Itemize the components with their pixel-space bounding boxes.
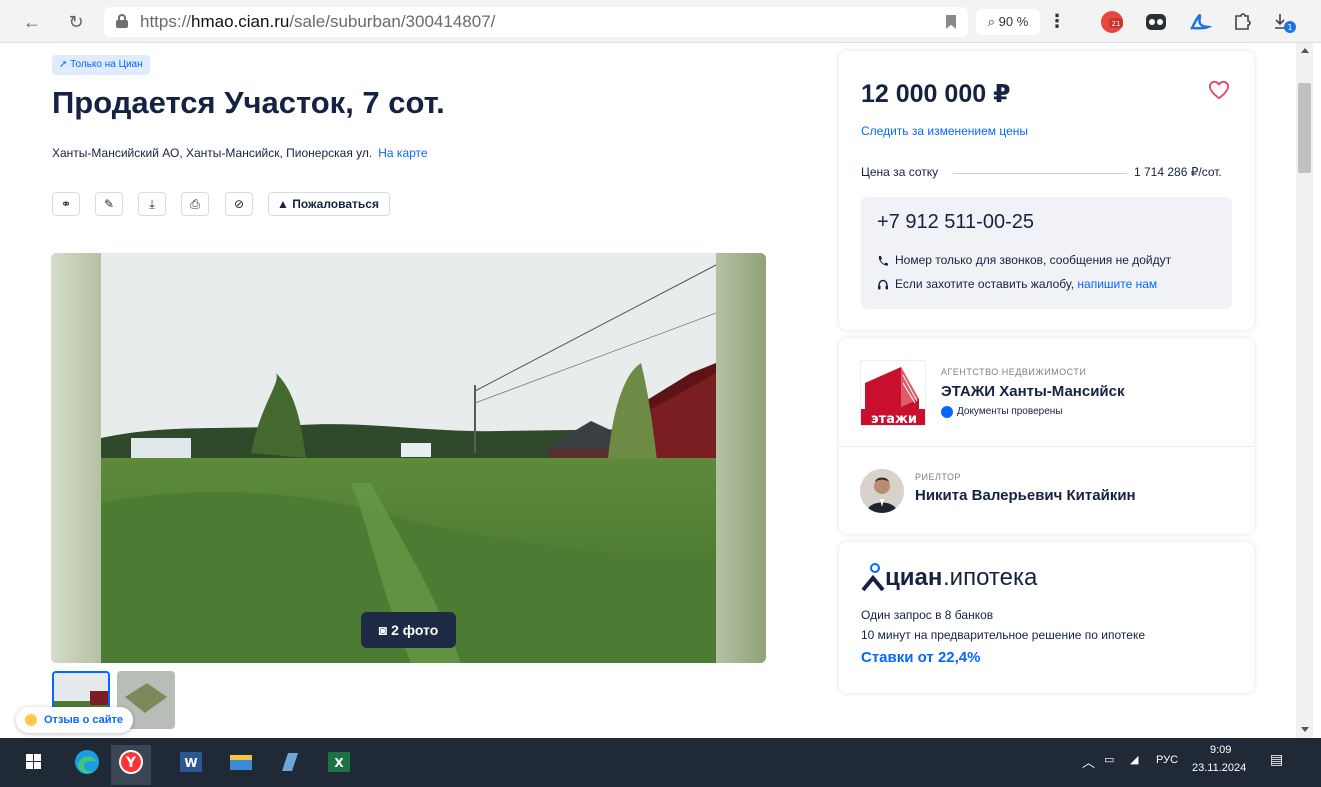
agency-name[interactable]: ЭТАЖИ Ханты-Мансийск bbox=[941, 383, 1125, 400]
documents-verified: Документы проверены bbox=[941, 406, 1062, 418]
excel-icon[interactable]: X bbox=[322, 745, 356, 779]
download-icon[interactable]: 1 bbox=[1272, 10, 1296, 34]
address-bar[interactable]: https://hmao.cian.ru/sale/suburban/30041… bbox=[104, 7, 968, 37]
lock-icon bbox=[116, 14, 128, 28]
download-button[interactable]: ⤓ bbox=[138, 192, 166, 216]
cian-logo-icon bbox=[861, 563, 885, 592]
language-indicator[interactable]: РУС bbox=[1156, 754, 1178, 766]
print-button[interactable]: ⎙ bbox=[181, 192, 209, 216]
svg-text:Y: Y bbox=[125, 755, 137, 771]
phone-icon bbox=[878, 256, 888, 266]
agency-card: этажи АГЕНТСТВО НЕДВИЖИМОСТИ ЭТАЖИ Ханты… bbox=[839, 338, 1254, 534]
hide-button[interactable]: ⊘ bbox=[225, 192, 253, 216]
clock-time[interactable]: 9:09 bbox=[1210, 744, 1231, 756]
scroll-down-arrow-icon[interactable] bbox=[1301, 727, 1309, 732]
site-feedback-button[interactable]: Отзыв о сайте bbox=[16, 707, 134, 733]
agency-logo-text: этажи bbox=[871, 412, 917, 426]
mortgage-line-1: Один запрос в 8 банков bbox=[861, 608, 994, 622]
price-card: 12 000 000 ₽ Следить за изменением цены … bbox=[839, 51, 1254, 330]
network-icon[interactable]: ◢ bbox=[1130, 753, 1138, 766]
on-map-link[interactable]: На карте bbox=[378, 146, 427, 160]
svg-text:X: X bbox=[334, 756, 344, 770]
realtor-name[interactable]: Никита Валерьевич Китайкин bbox=[915, 487, 1136, 504]
price-per-unit-value: 1 714 286 ₽/сот. bbox=[1134, 165, 1222, 179]
photo-gallery[interactable] bbox=[51, 253, 766, 663]
tray-chevron-icon[interactable]: ︿ bbox=[1082, 752, 1095, 771]
share-button[interactable]: ⚭ bbox=[52, 192, 80, 216]
phone-number[interactable]: +7 912 511-00-25 bbox=[877, 211, 1034, 234]
dotted-leader bbox=[953, 173, 1127, 174]
price: 12 000 000 ₽ bbox=[861, 80, 1011, 108]
arrow-icon: ➚ bbox=[59, 59, 71, 70]
only-on-cian-badge: ➚ Только на Циан bbox=[52, 55, 150, 75]
reload-icon[interactable]: ↻ bbox=[64, 10, 88, 34]
agency-logo[interactable]: этажи bbox=[860, 360, 926, 426]
share-icon: ⚭ bbox=[60, 197, 72, 211]
printer-icon: ⎙ bbox=[190, 197, 200, 211]
url-text: https://hmao.cian.ru/sale/suburban/30041… bbox=[140, 12, 496, 31]
headset-icon bbox=[878, 279, 888, 290]
price-per-unit-label: Цена за сотку bbox=[861, 165, 939, 179]
warning-icon: ▲ bbox=[277, 197, 293, 211]
more-options-icon[interactable]: ⋮ bbox=[1046, 9, 1068, 35]
calls-only-note: Номер только для звонков, сообщения не д… bbox=[895, 253, 1172, 267]
puzzle-icon[interactable] bbox=[1230, 10, 1254, 34]
browser-toolbar: ← ↻ https://hmao.cian.ru/sale/suburban/3… bbox=[0, 0, 1321, 43]
realtor-avatar[interactable] bbox=[860, 469, 904, 513]
smile-icon bbox=[25, 714, 37, 726]
page-title: Продается Участок, 7 сот. bbox=[52, 85, 445, 120]
heart-icon[interactable] bbox=[1208, 80, 1230, 100]
divider bbox=[839, 446, 1254, 447]
complain-button[interactable]: ▲ Пожаловаться bbox=[268, 192, 390, 216]
mask-extension-icon[interactable] bbox=[1144, 10, 1168, 34]
pencil-icon: ✎ bbox=[103, 197, 115, 211]
mortgage-rate[interactable]: Ставки от 22,4% bbox=[861, 649, 980, 666]
word-icon[interactable]: W bbox=[174, 745, 208, 779]
battery-icon[interactable]: ▭ bbox=[1104, 753, 1114, 766]
file-explorer-icon[interactable] bbox=[224, 745, 258, 779]
write-us-link[interactable]: напишите нам bbox=[1077, 277, 1157, 291]
zoom-indicator[interactable]: ⌕ 90 % bbox=[976, 9, 1040, 35]
agency-kind: АГЕНТСТВО НЕДВИЖИМОСТИ bbox=[941, 367, 1087, 377]
hidden-eye-icon: ⊘ bbox=[233, 197, 245, 211]
back-arrow-icon[interactable]: ← bbox=[20, 10, 44, 34]
notepad-icon[interactable] bbox=[272, 745, 306, 779]
download-badge: 1 bbox=[1287, 23, 1292, 32]
mortgage-line-2: 10 минут на предварительное решение по и… bbox=[861, 628, 1145, 642]
notifications-icon[interactable]: ▤ bbox=[1270, 751, 1283, 768]
pdf-extension-icon[interactable] bbox=[1188, 10, 1213, 34]
bookmark-icon[interactable] bbox=[946, 15, 956, 29]
clock-date[interactable]: 23.11.2024 bbox=[1192, 762, 1246, 774]
track-price-link[interactable]: Следить за изменением цены bbox=[861, 124, 1028, 138]
complaint-note: Если захотите оставить жалобу, напишите … bbox=[895, 277, 1158, 291]
svg-text:W: W bbox=[184, 756, 197, 770]
windows-start-icon[interactable] bbox=[22, 745, 56, 779]
scrollbar-thumb[interactable] bbox=[1298, 83, 1311, 173]
phone-block: +7 912 511-00-25 Номер только для звонко… bbox=[861, 197, 1232, 309]
camera-icon: ◙ bbox=[378, 622, 392, 638]
photo-count-button[interactable]: ◙ 2 фото bbox=[361, 612, 456, 648]
edge-browser-icon[interactable] bbox=[70, 745, 104, 779]
extension-badge: 21 bbox=[1112, 20, 1121, 28]
extension-icon[interactable]: 21 bbox=[1100, 10, 1124, 34]
scroll-up-arrow-icon[interactable] bbox=[1301, 48, 1309, 53]
download-icon: ⤓ bbox=[149, 197, 155, 211]
address: Ханты-Мансийский АО, Ханты-Мансийск, Пио… bbox=[52, 146, 428, 160]
note-button[interactable]: ✎ bbox=[95, 192, 123, 216]
yandex-browser-icon[interactable]: Y bbox=[114, 745, 148, 779]
mortgage-card[interactable]: циан .ипотека Один запрос в 8 банков 10 … bbox=[839, 542, 1254, 693]
verified-check-icon bbox=[941, 406, 953, 418]
land-plot-photo bbox=[51, 253, 766, 663]
realtor-kind: РИЕЛТОР bbox=[915, 472, 961, 482]
